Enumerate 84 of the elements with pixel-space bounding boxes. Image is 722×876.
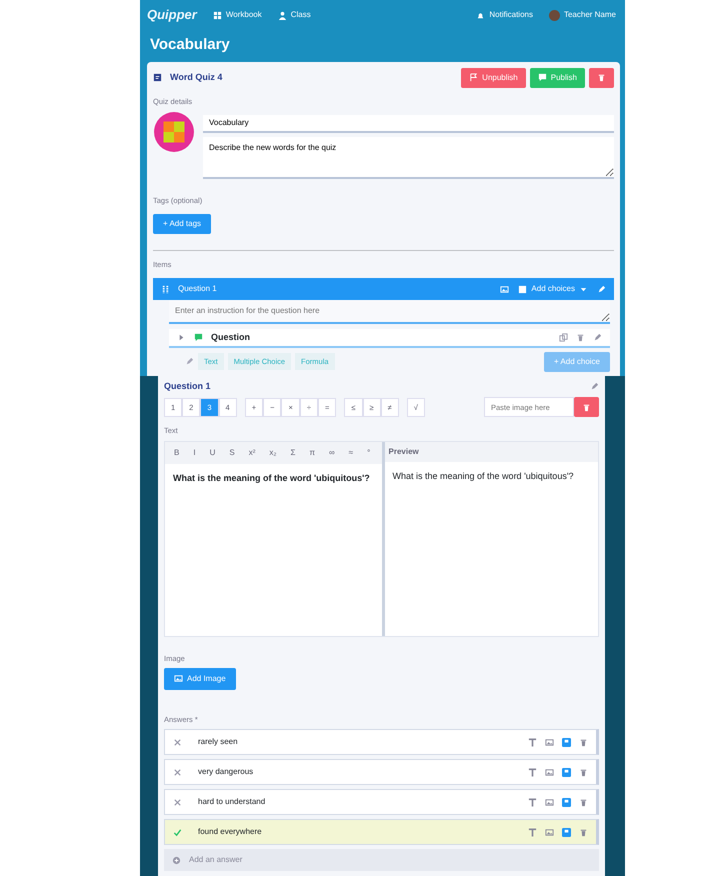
- toolbar-button[interactable]: Σ: [285, 446, 300, 460]
- add-choices-dropdown[interactable]: Add choices: [517, 282, 589, 296]
- text-icon[interactable]: [528, 738, 537, 746]
- avatar: [548, 10, 560, 20]
- image-icon[interactable]: [545, 828, 554, 836]
- cross-icon[interactable]: [173, 738, 182, 746]
- page-title: Vocabulary: [149, 35, 231, 55]
- nav-link[interactable]: Class: [278, 9, 311, 21]
- delete-button[interactable]: [574, 397, 599, 418]
- quiz-title-link[interactable]: Word Quiz 4: [153, 70, 222, 84]
- preview-text: What is the meaning of the word 'ubiquitous'?: [392, 470, 575, 483]
- add-tags-button[interactable]: + Add tags: [153, 214, 212, 234]
- pencil-icon[interactable]: [593, 332, 602, 342]
- drag-handle-icon[interactable]: [161, 284, 170, 294]
- add-answer-text: Add an answer: [189, 854, 242, 866]
- grid-icon: [212, 10, 222, 20]
- image-icon[interactable]: [545, 798, 554, 806]
- toggle-icon[interactable]: [562, 738, 571, 746]
- cross-icon[interactable]: [173, 798, 182, 806]
- delete-button[interactable]: [589, 68, 614, 88]
- person-icon: [278, 10, 287, 20]
- toolbar-button[interactable]: π: [304, 446, 320, 460]
- toolbar-button[interactable]: x₂: [264, 446, 282, 460]
- bell-icon: [476, 10, 486, 20]
- image-icon[interactable]: [545, 768, 554, 776]
- toolbar-button[interactable]: S: [224, 446, 240, 460]
- toolbar-button[interactable]: B: [169, 446, 184, 460]
- toolbar-button[interactable]: U: [204, 446, 220, 460]
- nav-link[interactable]: Workbook: [212, 9, 262, 21]
- check-icon[interactable]: [173, 828, 182, 836]
- trash-icon: [597, 73, 606, 82]
- unpublish-button[interactable]: Unpublish: [461, 68, 526, 88]
- question-row[interactable]: Question: [169, 328, 610, 348]
- answer-text: rarely seen: [198, 736, 238, 748]
- toolbar-button[interactable]: ≈: [344, 446, 358, 460]
- instruction-field[interactable]: Enter an instruction for the question here: [169, 300, 610, 324]
- text-icon[interactable]: [528, 828, 537, 836]
- name-field[interactable]: Vocabulary: [203, 114, 614, 133]
- trash-icon[interactable]: [576, 332, 585, 342]
- description-field[interactable]: Describe the new words for the quiz: [203, 136, 614, 179]
- text-icon[interactable]: [528, 768, 537, 776]
- toolbar-button[interactable]: °: [362, 446, 376, 460]
- trash-icon[interactable]: [579, 798, 588, 806]
- cross-icon[interactable]: [173, 768, 182, 776]
- chat-icon: [538, 73, 547, 82]
- quiz-cover-image[interactable]: [153, 110, 195, 153]
- chat-icon: [194, 332, 203, 342]
- answer-row[interactable]: hard to understand: [164, 789, 599, 815]
- toolbar-button[interactable]: I: [188, 446, 201, 460]
- document-icon: [153, 73, 162, 82]
- toggle-icon[interactable]: [562, 798, 571, 806]
- notifications-link[interactable]: Notifications: [476, 9, 533, 21]
- toggle-icon[interactable]: [562, 828, 571, 836]
- image-icon[interactable]: [545, 738, 554, 746]
- add-image-button[interactable]: Add Image: [164, 668, 236, 690]
- question-title: Question 1: [178, 283, 217, 296]
- toolbar-button[interactable]: ∞: [324, 446, 340, 460]
- answer-text: hard to understand: [198, 796, 266, 808]
- trash-icon[interactable]: [579, 768, 588, 776]
- add-answer-row[interactable]: Add an answer: [164, 849, 599, 871]
- pencil-icon[interactable]: [590, 382, 599, 391]
- answer-text: very dangerous: [198, 766, 254, 778]
- logo[interactable]: Quipper: [147, 5, 197, 25]
- editor-text[interactable]: What is the meaning of the word 'ubiquitous'?: [165, 464, 382, 493]
- trash-icon: [582, 402, 591, 412]
- answer-text: found everywhere: [198, 826, 262, 838]
- trash-icon[interactable]: [579, 828, 588, 836]
- editor-title: Question 1: [164, 380, 211, 393]
- answer-row[interactable]: found everywhere: [164, 819, 599, 845]
- toolbar-button[interactable]: x²: [244, 446, 260, 460]
- pencil-icon[interactable]: [597, 284, 606, 294]
- answer-row[interactable]: rarely seen: [164, 729, 599, 755]
- text-icon[interactable]: [528, 798, 537, 806]
- answer-row[interactable]: very dangerous: [164, 759, 599, 785]
- doc-icon: [518, 284, 528, 294]
- image-icon: [174, 674, 183, 684]
- plus-icon: [172, 856, 181, 864]
- question-label: Question: [211, 330, 250, 344]
- toggle-icon[interactable]: [562, 768, 571, 776]
- trash-icon[interactable]: [579, 738, 588, 746]
- user-menu[interactable]: Teacher Name: [548, 9, 616, 21]
- copy-icon[interactable]: [559, 332, 568, 342]
- flag-icon: [469, 73, 478, 82]
- preview-label: Preview: [384, 442, 598, 462]
